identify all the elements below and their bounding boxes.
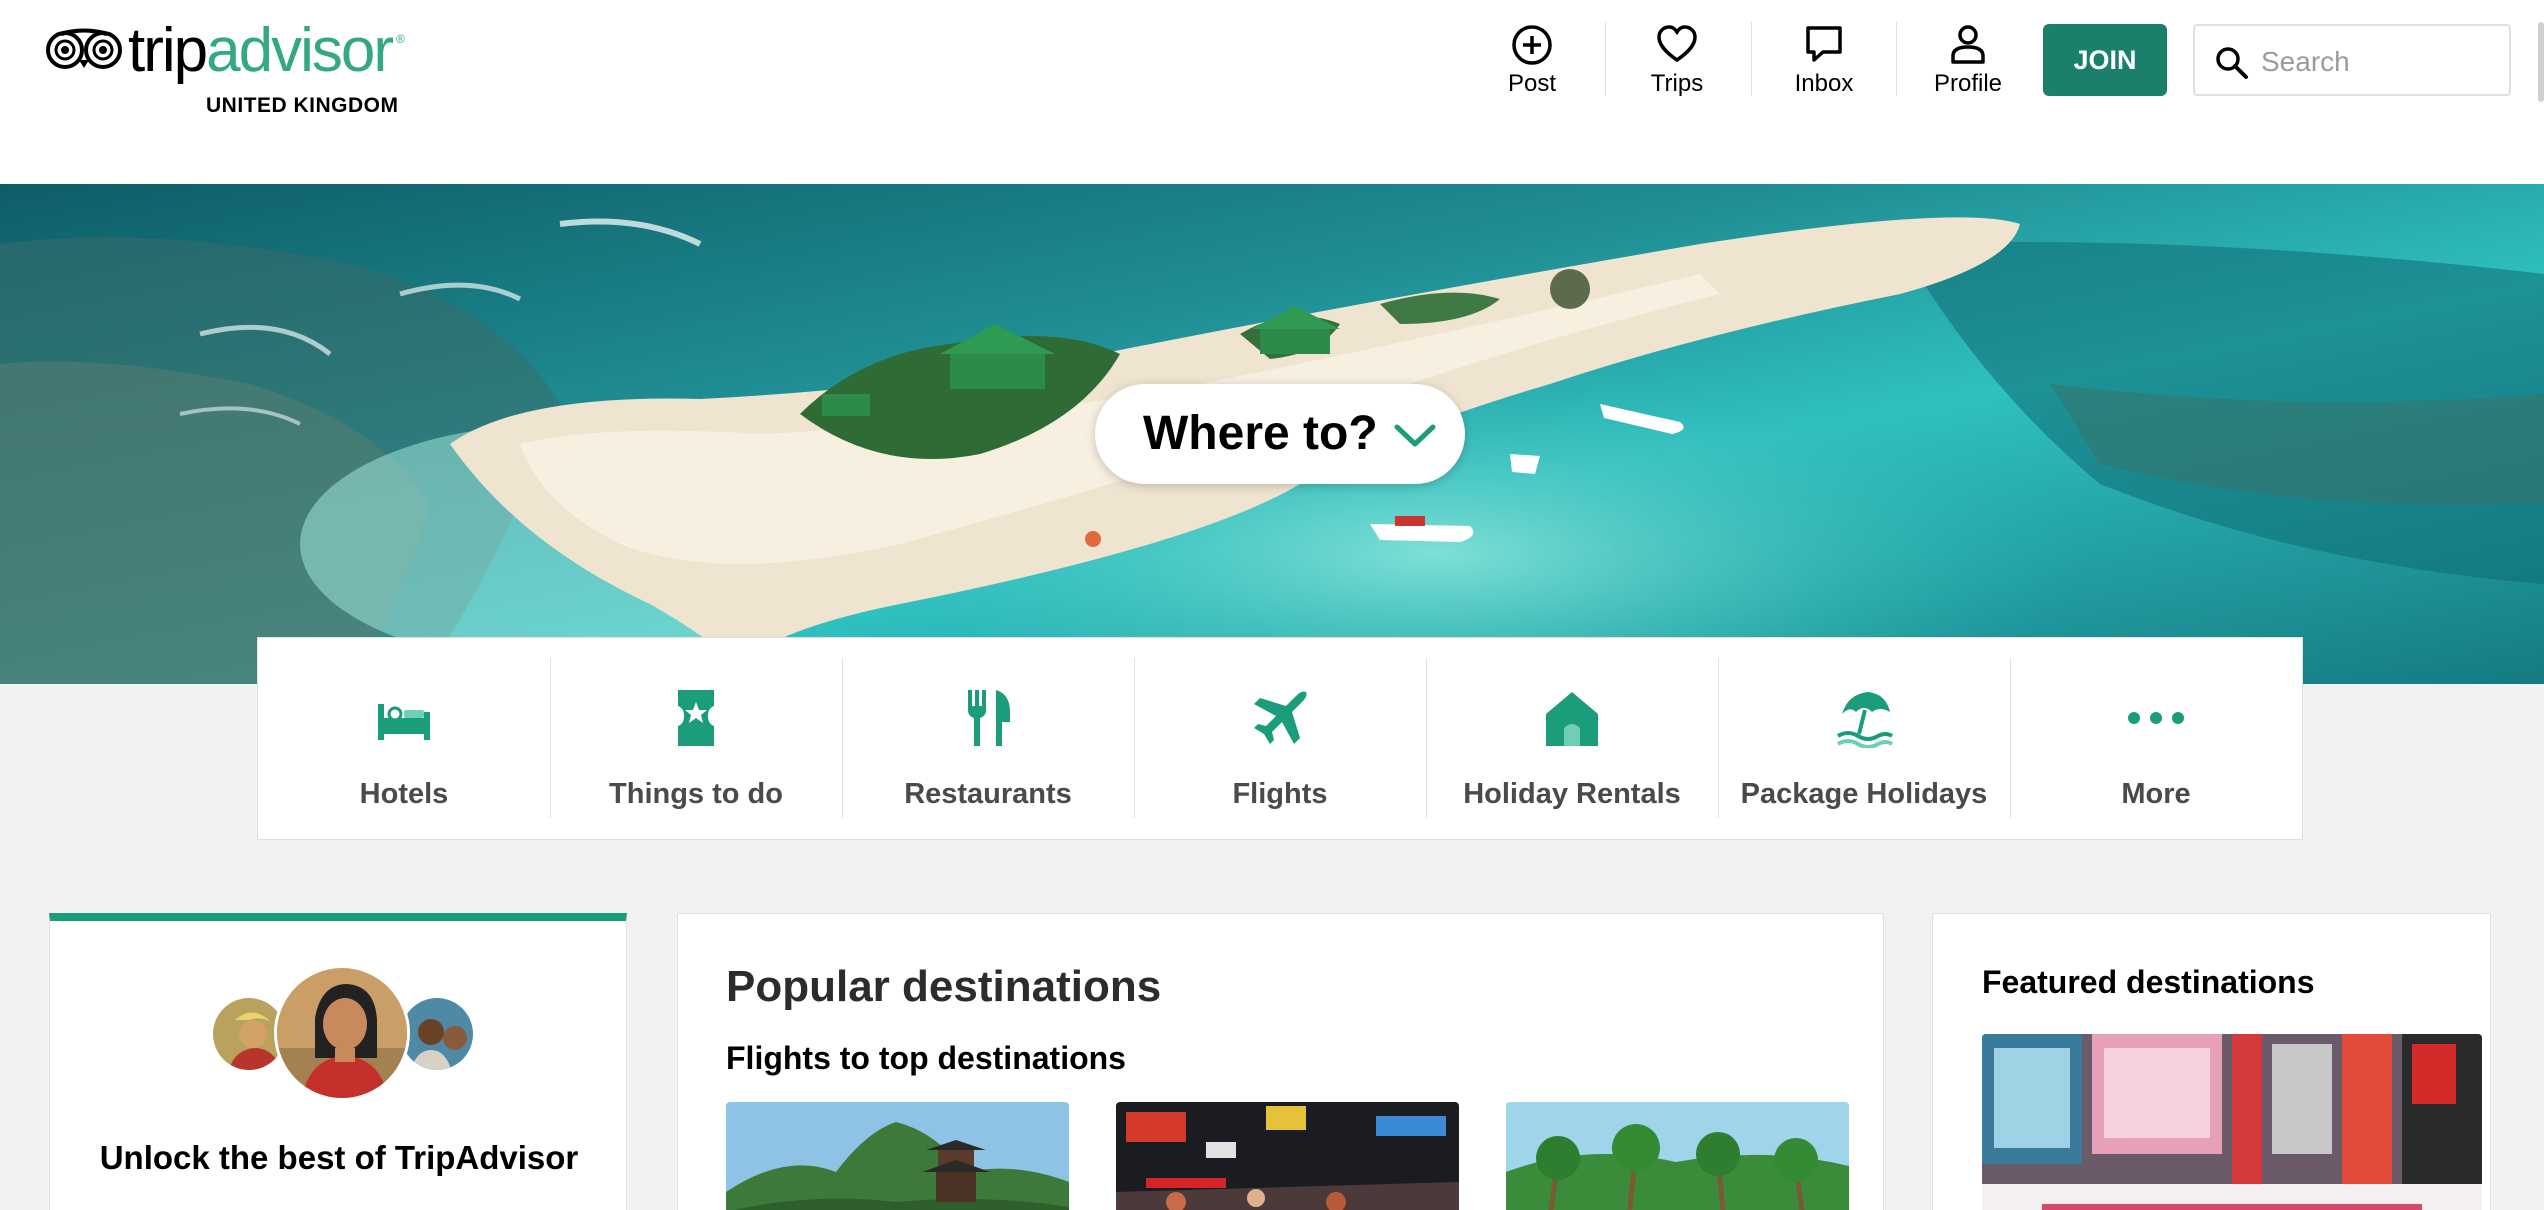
destination-thumbnail[interactable]: [726, 1102, 1069, 1210]
category-things-to-do-label: Things to do: [609, 778, 783, 810]
search-input[interactable]: [2261, 42, 2491, 82]
logo-word-trip: trip: [128, 16, 208, 85]
nav-trips[interactable]: Trips: [1607, 22, 1747, 102]
heart-icon: [1657, 25, 1697, 63]
nav-post-label: Post: [1507, 70, 1557, 97]
logo-wordmark: tripadvisor: [128, 16, 394, 86]
city-street-signs-photo: [1982, 1034, 2482, 1210]
join-button[interactable]: JOIN: [2043, 24, 2167, 96]
traveler-photo: [277, 968, 407, 1098]
owl-logo-icon: [46, 28, 122, 69]
where-to-button[interactable]: Where to?: [1095, 384, 1465, 484]
plus-circle-icon: [1512, 25, 1552, 65]
night-market-photo: [1116, 1102, 1459, 1210]
nav-post[interactable]: Post: [1462, 22, 1602, 102]
category-restaurants-label: Restaurants: [904, 778, 1072, 810]
unlock-card[interactable]: Unlock the best of TripAdvisor: [49, 913, 627, 1210]
traveler-photo: [401, 998, 473, 1070]
category-package-holidays-label: Package Holidays: [1740, 778, 1988, 810]
search-box[interactable]: [2193, 24, 2511, 96]
nav-profile-label: Profile: [1933, 70, 2003, 97]
dots-icon: [2128, 712, 2184, 724]
category-flights[interactable]: Flights: [1134, 658, 1426, 818]
ticket-icon: [678, 690, 714, 746]
featured-destination-image[interactable]: [1982, 1034, 2482, 1210]
category-strip: Hotels Things to do Restaurants Flights …: [257, 637, 2303, 840]
hero-banner: Where to?: [0, 184, 2544, 684]
category-more[interactable]: More: [2010, 658, 2302, 818]
where-to-label: Where to?: [1143, 407, 1378, 460]
palm-beach-photo: [1506, 1102, 1849, 1210]
category-things-to-do[interactable]: Things to do: [550, 658, 842, 818]
window-scrollbar[interactable]: [2538, 22, 2544, 102]
avatar: [274, 965, 410, 1101]
fork-knife-icon: [968, 690, 1010, 746]
popular-destinations-card: Popular destinations Flights to top dest…: [677, 913, 1884, 1210]
nav-divider: [1605, 22, 1606, 96]
category-hotels-label: Hotels: [359, 778, 449, 810]
category-holiday-rentals[interactable]: Holiday Rentals: [1426, 658, 1718, 818]
unlock-title: Unlock the best of TripAdvisor: [99, 1139, 579, 1176]
category-package-holidays[interactable]: Package Holidays: [1718, 658, 2010, 818]
tripadvisor-logo[interactable]: tripadvisor ® UNITED KINGDOM: [46, 16, 416, 117]
nav-inbox[interactable]: Inbox: [1754, 22, 1894, 102]
top-header: tripadvisor ® UNITED KINGDOM Post Trips …: [0, 0, 2544, 184]
chat-bubble-icon: [1806, 26, 1842, 62]
bed-icon: [378, 704, 430, 740]
chevron-down-icon: [1394, 424, 1436, 447]
plane-icon: [1254, 691, 1307, 744]
category-hotels[interactable]: Hotels: [258, 658, 550, 818]
nav-trips-label: Trips: [1650, 70, 1704, 97]
nav-profile[interactable]: Profile: [1898, 22, 2038, 102]
logo-registered-mark: ®: [396, 32, 405, 46]
destination-thumbnail[interactable]: [1506, 1102, 1849, 1210]
search-icon: [2216, 47, 2248, 79]
nav-divider: [1896, 22, 1897, 96]
featured-destinations-card: Featured destinations: [1932, 913, 2491, 1210]
popular-destinations-title: Popular destinations: [726, 962, 1162, 1011]
category-restaurants[interactable]: Restaurants: [842, 658, 1134, 818]
category-more-label: More: [2121, 778, 2191, 810]
logo-region: UNITED KINGDOM: [206, 94, 399, 117]
house-icon: [1546, 692, 1598, 746]
person-icon: [1951, 25, 1985, 64]
category-flights-label: Flights: [1232, 778, 1328, 810]
logo-word-advisor: advisor: [206, 16, 394, 85]
nav-inbox-label: Inbox: [1794, 70, 1854, 97]
nav-divider: [1751, 22, 1752, 96]
beach-umbrella-icon: [1836, 692, 1894, 748]
popular-destinations-subtitle: Flights to top destinations: [726, 1040, 1126, 1076]
destination-thumbnail[interactable]: [1116, 1102, 1459, 1210]
featured-destinations-title: Featured destinations: [1982, 964, 2315, 1000]
pagoda-mountain-photo: [726, 1102, 1069, 1210]
category-holiday-rentals-label: Holiday Rentals: [1463, 778, 1681, 810]
